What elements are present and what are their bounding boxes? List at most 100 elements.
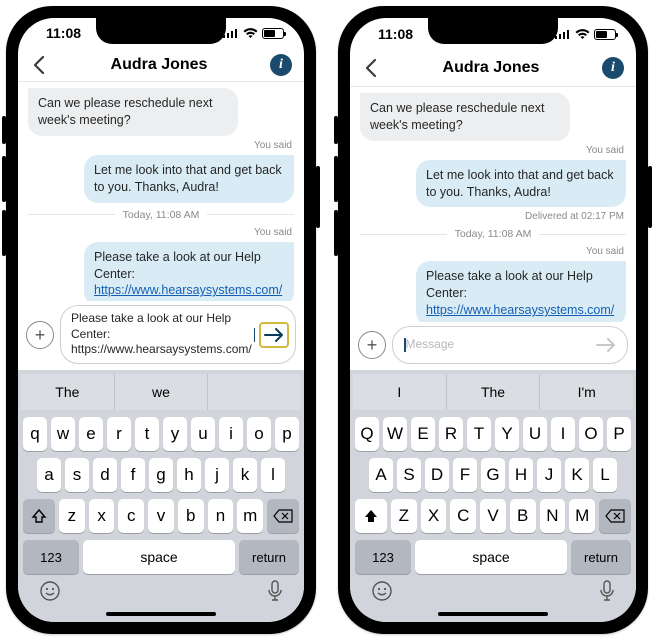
nav-bar: Audra Jones i: [350, 51, 636, 87]
key[interactable]: k: [233, 458, 257, 492]
key[interactable]: e: [79, 417, 103, 451]
chat-area[interactable]: Can we please reschedule next week's mee…: [18, 82, 304, 301]
home-indicator[interactable]: [106, 612, 216, 616]
message-incoming: Can we please reschedule next week's mee…: [360, 93, 570, 141]
message-link[interactable]: https://www.hearsaysystems.com/: [426, 303, 614, 317]
space-key[interactable]: space: [415, 540, 567, 574]
send-button[interactable]: [259, 322, 289, 348]
attach-button[interactable]: +: [358, 331, 386, 359]
keyboard-row-3: Z X C V B N M: [353, 499, 633, 533]
key[interactable]: B: [510, 499, 536, 533]
numeric-key[interactable]: 123: [355, 540, 411, 574]
key[interactable]: W: [383, 417, 407, 451]
volume-up-button: [2, 156, 6, 202]
dictation-button[interactable]: [267, 580, 283, 607]
info-button[interactable]: i: [270, 54, 292, 76]
key[interactable]: q: [23, 417, 47, 451]
key[interactable]: b: [178, 499, 204, 533]
key[interactable]: D: [425, 458, 449, 492]
key[interactable]: C: [450, 499, 476, 533]
key[interactable]: g: [149, 458, 173, 492]
key[interactable]: i: [219, 417, 243, 451]
suggestion[interactable]: [208, 374, 301, 410]
key[interactable]: I: [551, 417, 575, 451]
key[interactable]: w: [51, 417, 75, 451]
key[interactable]: K: [565, 458, 589, 492]
key[interactable]: V: [480, 499, 506, 533]
suggestion[interactable]: The: [447, 374, 541, 410]
suggestion[interactable]: we: [115, 374, 209, 410]
shift-key[interactable]: [23, 499, 55, 533]
suggestion[interactable]: The: [21, 374, 115, 410]
backspace-key[interactable]: [599, 499, 631, 533]
keyboard: The we q w e r t y u i o p a s d f: [18, 370, 304, 622]
key[interactable]: U: [523, 417, 547, 451]
message-outgoing: Let me look into that and get back to yo…: [416, 160, 626, 208]
key[interactable]: Y: [495, 417, 519, 451]
key[interactable]: L: [593, 458, 617, 492]
key[interactable]: v: [148, 499, 174, 533]
key[interactable]: P: [607, 417, 631, 451]
space-key[interactable]: space: [83, 540, 235, 574]
info-button[interactable]: i: [602, 57, 624, 79]
emoji-button[interactable]: [39, 580, 61, 607]
numeric-key[interactable]: 123: [23, 540, 79, 574]
key[interactable]: o: [247, 417, 271, 451]
key[interactable]: y: [163, 417, 187, 451]
key[interactable]: s: [65, 458, 89, 492]
message-input[interactable]: Message: [406, 337, 592, 353]
dictation-button[interactable]: [599, 580, 615, 607]
message-input[interactable]: Please take a look at our Help Center: h…: [71, 311, 253, 358]
back-button[interactable]: [30, 56, 48, 74]
key[interactable]: z: [59, 499, 85, 533]
key[interactable]: u: [191, 417, 215, 451]
key[interactable]: H: [509, 458, 533, 492]
shift-key[interactable]: [355, 499, 387, 533]
key[interactable]: m: [237, 499, 263, 533]
back-button[interactable]: [362, 59, 380, 77]
send-button[interactable]: [591, 332, 621, 358]
key[interactable]: r: [107, 417, 131, 451]
message-composer: + Message: [350, 322, 636, 370]
suggestion[interactable]: I'm: [540, 374, 633, 410]
key[interactable]: a: [37, 458, 61, 492]
attach-button[interactable]: +: [26, 321, 54, 349]
message-input-wrap[interactable]: Message: [392, 326, 628, 364]
key[interactable]: A: [369, 458, 393, 492]
key[interactable]: x: [89, 499, 115, 533]
return-key[interactable]: return: [571, 540, 631, 574]
key[interactable]: n: [208, 499, 234, 533]
key[interactable]: Q: [355, 417, 379, 451]
message-link[interactable]: https://www.hearsaysystems.com/: [94, 283, 282, 297]
key[interactable]: N: [540, 499, 566, 533]
key[interactable]: T: [467, 417, 491, 451]
keyboard-suggestions: The we: [21, 374, 301, 410]
chat-area[interactable]: Can we please reschedule next week's mee…: [350, 87, 636, 322]
key[interactable]: c: [118, 499, 144, 533]
message-input-wrap[interactable]: Please take a look at our Help Center: h…: [60, 305, 296, 364]
key[interactable]: R: [439, 417, 463, 451]
key[interactable]: t: [135, 417, 159, 451]
key[interactable]: h: [177, 458, 201, 492]
key[interactable]: j: [205, 458, 229, 492]
key[interactable]: X: [421, 499, 447, 533]
key[interactable]: l: [261, 458, 285, 492]
key[interactable]: Z: [391, 499, 417, 533]
emoji-button[interactable]: [371, 580, 393, 607]
key[interactable]: E: [411, 417, 435, 451]
key[interactable]: d: [93, 458, 117, 492]
return-key[interactable]: return: [239, 540, 299, 574]
backspace-key[interactable]: [267, 499, 299, 533]
key[interactable]: M: [569, 499, 595, 533]
key[interactable]: G: [481, 458, 505, 492]
status-time: 11:08: [46, 25, 81, 41]
key[interactable]: S: [397, 458, 421, 492]
keyboard-suggestions: I The I'm: [353, 374, 633, 410]
key[interactable]: p: [275, 417, 299, 451]
home-indicator[interactable]: [438, 612, 548, 616]
key[interactable]: F: [453, 458, 477, 492]
key[interactable]: O: [579, 417, 603, 451]
key[interactable]: J: [537, 458, 561, 492]
suggestion[interactable]: I: [353, 374, 447, 410]
key[interactable]: f: [121, 458, 145, 492]
